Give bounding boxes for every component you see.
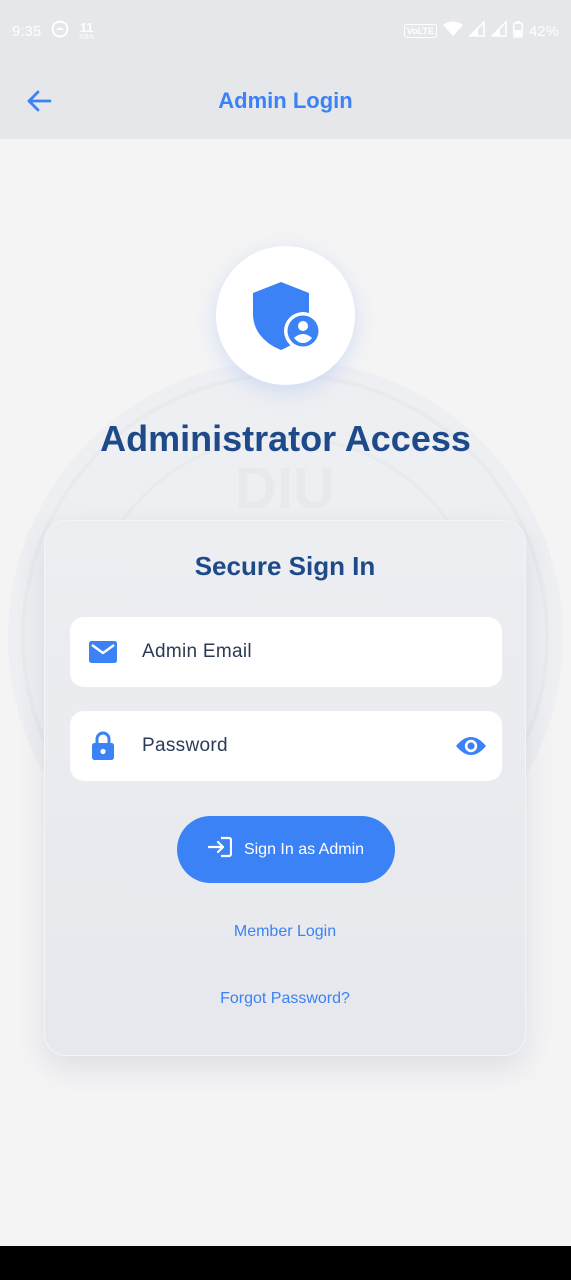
status-bar: 9:35 11 KB/s VoLTE 42% [0,0,571,62]
status-right: VoLTE 42% [403,20,559,42]
net-speed: 11 KB/s [79,21,94,41]
admin-login-screen: 9:35 11 KB/s VoLTE 42% Admin Login DIU A… [0,0,571,1280]
back-button[interactable] [24,86,54,116]
signal-icon [468,20,485,41]
battery-percent: 42% [528,22,559,40]
sign-in-admin-button[interactable]: Sign In as Admin [177,816,395,883]
status-time: 9:35 [12,22,42,40]
arrow-left-icon [27,90,52,112]
system-nav-bar [0,1246,571,1280]
app-bar: Admin Login [0,62,571,139]
eye-icon[interactable] [454,730,488,762]
wifi-icon [442,21,463,41]
net-speed-unit: KB/s [79,34,94,41]
card-title: Secure Sign In [194,551,376,581]
sign-in-card: Secure Sign In Admin Email Password Sign… [44,520,526,1056]
page-heading: Administrator Access [100,418,471,459]
svg-text:DIU: DIU [235,456,335,521]
lock-icon [88,731,118,761]
email-placeholder: Admin Email [142,641,252,662]
signal-icon [490,20,507,41]
login-icon [207,836,233,863]
sign-in-label: Sign In as Admin [243,840,365,858]
password-placeholder: Password [142,735,228,756]
member-login-link[interactable]: Member Login [45,923,525,941]
email-field[interactable]: Admin Email [70,617,502,687]
forgot-password-link[interactable]: Forgot Password? [45,990,525,1008]
battery-icon [512,20,523,42]
app-bar-title: Admin Login [218,87,353,113]
admin-shield-avatar [216,246,355,385]
status-left: 9:35 11 KB/s [12,20,94,42]
notification-icon [51,20,69,42]
mail-icon [88,637,118,667]
password-field[interactable]: Password [70,711,502,781]
net-speed-value: 11 [79,20,94,35]
volte-badge: VoLTE [403,24,437,38]
admin-shield-icon [252,281,321,350]
